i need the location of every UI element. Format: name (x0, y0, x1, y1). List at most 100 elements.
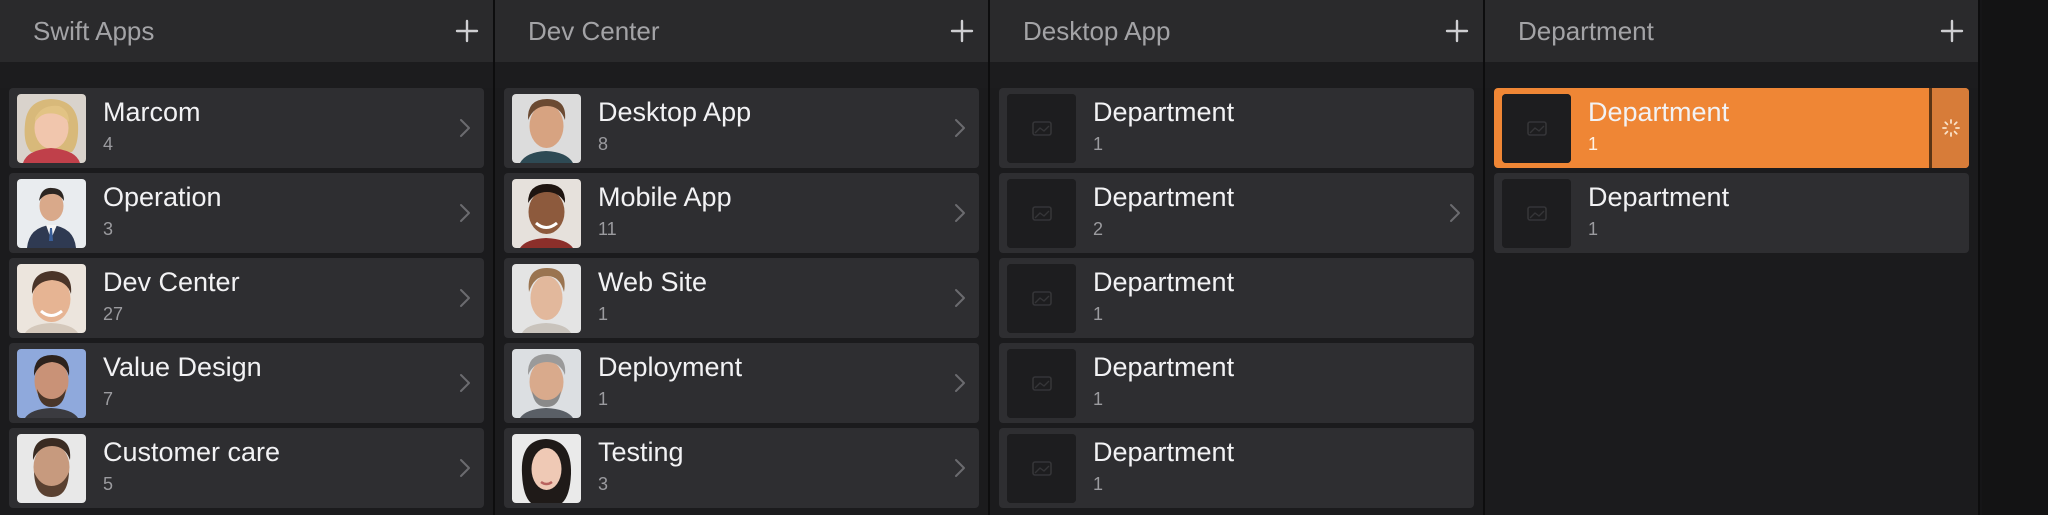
item-count: 1 (1093, 304, 1104, 324)
list-item-operation[interactable]: Operation 3 (9, 173, 484, 253)
plus-icon (1445, 19, 1469, 43)
image-placeholder-icon (1007, 179, 1076, 248)
column-divider[interactable] (1978, 0, 1980, 515)
column-header: Desktop App (990, 0, 1483, 62)
item-title: Dev Center (103, 267, 240, 297)
column-swift-apps: Swift Apps Marcom 4 Operation 3 Dev Cent… (0, 0, 493, 515)
item-title: Value Design (103, 352, 262, 382)
add-button[interactable] (1439, 13, 1475, 49)
chevron-right-icon (460, 204, 470, 222)
item-count: 1 (1588, 134, 1599, 154)
chevron-right-icon (955, 119, 965, 137)
chevron-right-icon (460, 289, 470, 307)
list-item-deployment[interactable]: Deployment 1 (504, 343, 979, 423)
add-button[interactable] (449, 13, 485, 49)
item-title: Department (1588, 97, 1730, 127)
item-count: 8 (598, 134, 609, 154)
item-count: 4 (103, 134, 114, 154)
chevron-right-icon (955, 374, 965, 392)
item-title: Department (1093, 437, 1235, 467)
item-title: Department (1093, 97, 1235, 127)
avatar (17, 94, 86, 163)
plus-icon (455, 19, 479, 43)
item-title: Mobile App (598, 182, 732, 212)
avatar (512, 349, 581, 418)
column-spacer (495, 62, 988, 88)
item-title: Deployment (598, 352, 743, 382)
item-count: 7 (103, 389, 114, 409)
chevron-right-icon (460, 119, 470, 137)
chevron-right-icon (955, 204, 965, 222)
list-item-department[interactable]: Department 1 (999, 88, 1474, 168)
item-count: 11 (598, 219, 617, 239)
item-count: 1 (1093, 389, 1104, 409)
avatar (512, 264, 581, 333)
add-button[interactable] (1934, 13, 1970, 49)
list-item-department[interactable]: Department 1 (999, 258, 1474, 338)
item-title: Department (1093, 352, 1235, 382)
column-spacer (1485, 62, 1978, 88)
list-item-web-site[interactable]: Web Site 1 (504, 258, 979, 338)
item-title: Department (1093, 267, 1235, 297)
column-header: Department (1485, 0, 1978, 62)
add-button[interactable] (944, 13, 980, 49)
item-count: 3 (103, 219, 114, 239)
avatar (17, 349, 86, 418)
column-desktop-app: Desktop App Department 1 Department 2 De… (990, 0, 1483, 515)
column-title: Dev Center (528, 15, 660, 46)
item-count: 1 (1093, 474, 1104, 494)
item-count: 1 (598, 389, 609, 409)
list-item-department-selected[interactable]: Department 1 (1494, 88, 1969, 168)
avatar (17, 264, 86, 333)
image-placeholder-icon (1502, 179, 1571, 248)
list-item-value-design[interactable]: Value Design 7 (9, 343, 484, 423)
empty-column-area (1982, 0, 2048, 515)
chevron-right-icon (1450, 204, 1460, 222)
image-placeholder-icon (1007, 434, 1076, 503)
image-placeholder-icon (1007, 264, 1076, 333)
image-placeholder-icon (1502, 94, 1571, 163)
item-count: 2 (1093, 219, 1104, 239)
chevron-right-icon (955, 459, 965, 477)
column-title: Swift Apps (33, 15, 155, 46)
list-item-mobile-app[interactable]: Mobile App 11 (504, 173, 979, 253)
item-title: Desktop App (598, 97, 752, 127)
list-item-department[interactable]: Department 1 (999, 428, 1474, 508)
item-count: 1 (1093, 134, 1104, 154)
column-header: Swift Apps (0, 0, 493, 62)
item-title: Web Site (598, 267, 708, 297)
list-item-department[interactable]: Department 1 (999, 343, 1474, 423)
avatar (17, 434, 86, 503)
column-header: Dev Center (495, 0, 988, 62)
plus-icon (950, 19, 974, 43)
image-placeholder-icon (1007, 349, 1076, 418)
plus-icon (1940, 19, 1964, 43)
item-count: 3 (598, 474, 609, 494)
column-spacer (990, 62, 1483, 88)
item-title: Department (1093, 182, 1235, 212)
list-item-dev-center[interactable]: Dev Center 27 (9, 258, 484, 338)
chevron-right-icon (460, 374, 470, 392)
column-browser: Swift Apps Marcom 4 Operation 3 Dev Cent… (0, 0, 2048, 515)
item-count: 27 (103, 304, 124, 324)
row-action-handle[interactable] (1929, 88, 1969, 168)
column-department: Department Department 1 Department 1 (1485, 0, 1978, 515)
list-item-customer-care[interactable]: Customer care 5 (9, 428, 484, 508)
image-placeholder-icon (1007, 94, 1076, 163)
item-title: Customer care (103, 437, 281, 467)
item-title: Testing (598, 437, 684, 467)
column-spacer (0, 62, 493, 88)
item-title: Marcom (103, 97, 201, 127)
chevron-right-icon (955, 289, 965, 307)
list-item-department[interactable]: Department 1 (1494, 173, 1969, 253)
avatar (512, 434, 581, 503)
list-item-marcom[interactable]: Marcom 4 (9, 88, 484, 168)
list-item-testing[interactable]: Testing 3 (504, 428, 979, 508)
item-title: Operation (103, 182, 222, 212)
list-item-department[interactable]: Department 2 (999, 173, 1474, 253)
list-item-desktop-app[interactable]: Desktop App 8 (504, 88, 979, 168)
column-title: Department (1518, 15, 1654, 46)
item-title: Department (1588, 182, 1730, 212)
chevron-right-icon (460, 459, 470, 477)
item-count: 1 (598, 304, 609, 324)
